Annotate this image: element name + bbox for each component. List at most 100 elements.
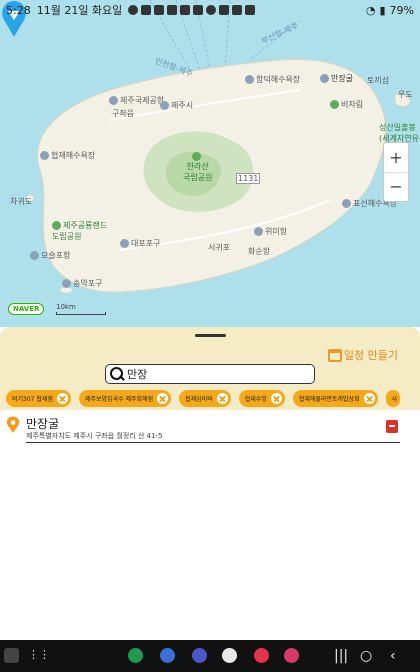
map-label-bijarim: 비자림 xyxy=(330,99,363,110)
beach-icon xyxy=(342,199,351,208)
map-label-text: 협재해수욕장 xyxy=(51,151,96,160)
map-label-text: 차귀도 xyxy=(10,197,33,206)
search-result-item[interactable]: 만장굴 제주특별자치도 제주시 구좌읍 월정리 산 41-5 xyxy=(0,410,420,450)
close-icon[interactable] xyxy=(216,393,228,404)
map-label-text: 제주공룡랜드 xyxy=(63,221,108,230)
map-label-text: 화순항 xyxy=(248,247,271,256)
create-schedule-button[interactable]: 일정 만들기 xyxy=(327,347,398,363)
youtube-notification-icon xyxy=(154,5,165,15)
calendar-icon xyxy=(327,348,342,362)
map-label-hyeopjae: 협재해수욕장 xyxy=(40,150,95,161)
airport-icon xyxy=(160,101,169,110)
place-chip-label: 협재해물라면토끼밥상회 xyxy=(298,396,360,403)
map-label-text: 토끼섬 xyxy=(367,76,390,85)
zoom-in-button[interactable]: + xyxy=(384,143,408,173)
map-label-hamdeok: 함덕해수욕장 xyxy=(245,74,300,85)
landmark-icon xyxy=(109,96,118,105)
park-icon xyxy=(52,221,61,230)
place-chip[interactable]: 협재수엉 xyxy=(238,390,285,407)
search-icon xyxy=(110,367,124,381)
play-store-icon[interactable] xyxy=(222,648,237,663)
map-label-text: 위미항 xyxy=(265,227,288,236)
map-label-text: 만장굴 xyxy=(331,74,354,83)
map-label-moseulpo: 모슬포항 xyxy=(30,250,70,261)
youtube-notification-icon xyxy=(141,5,152,15)
place-chip[interactable]: 샤 xyxy=(385,390,401,407)
place-chip-label: 제주보양김국수 제주회해점 xyxy=(84,396,154,403)
map-label-tokkiseom: 토끼섬 xyxy=(367,75,389,86)
home-button[interactable]: ○ xyxy=(360,648,372,664)
map-label-songak: 송악포구 xyxy=(62,278,102,289)
back-button[interactable]: ‹ xyxy=(390,648,396,664)
beach-icon xyxy=(40,151,49,160)
location-pin-icon xyxy=(6,416,20,433)
map-label-jagado: 차귀도 xyxy=(10,196,32,207)
place-chip[interactable]: 협재해물라면토끼밥상회 xyxy=(292,390,378,407)
forest-icon xyxy=(330,100,339,109)
road-sign-1131: 1131 xyxy=(236,173,261,184)
beach-icon xyxy=(245,75,254,84)
map-scale-label: 10km xyxy=(56,303,76,311)
status-time: 5:28 xyxy=(6,3,31,17)
map-label-text: 송악포구 xyxy=(73,279,103,288)
place-chip-label: 비기307 협재점 xyxy=(12,396,53,403)
status-date: 11월 21일 화요일 xyxy=(36,4,123,17)
place-chip-label: 협재심비바 xyxy=(185,396,213,403)
result-address: 제주특별자치도 제주시 구좌읍 월정리 산 41-5 xyxy=(26,432,163,440)
flower-app-icon[interactable] xyxy=(284,648,299,663)
youtube-notification-icon xyxy=(167,5,178,15)
map-scale-bar xyxy=(56,312,106,315)
port-icon xyxy=(62,279,71,288)
map-label-seogwi: 서귀포 xyxy=(208,242,230,253)
delete-icon[interactable] xyxy=(386,420,398,433)
close-icon[interactable] xyxy=(363,393,375,404)
youtube-notification-icon xyxy=(180,5,191,15)
map-label-text: 1131 xyxy=(238,174,259,183)
zoom-out-button[interactable]: − xyxy=(384,173,408,202)
map-label-text: 성산일출봉 xyxy=(379,123,416,132)
place-chip[interactable]: 협재심비바 xyxy=(179,390,231,407)
status-bar: 5:28 11월 21일 화요일 ◔ ▮ 79% xyxy=(0,0,420,20)
map-view[interactable]: 제주국제공항 제주시 구좌읍 함덕해수욕장 만장굴 비자림 토끼섬 우도 성산일… xyxy=(0,0,420,327)
chat-app-icon[interactable] xyxy=(192,648,207,663)
close-icon[interactable] xyxy=(157,393,169,404)
screenshot-app-icon[interactable] xyxy=(4,648,19,663)
map-label-gujwa: 구좌읍 xyxy=(112,108,134,119)
place-chip[interactable]: 비기307 협재점 xyxy=(6,390,71,407)
zoom-control: + − xyxy=(383,142,409,202)
recent-apps-button[interactable]: ||| xyxy=(334,648,348,664)
close-icon[interactable] xyxy=(56,393,68,404)
map-label-text: 대포포구 xyxy=(131,239,161,248)
messages-app-icon[interactable] xyxy=(160,648,175,663)
map-label-text: 모슬포항 xyxy=(41,251,71,260)
port-icon xyxy=(254,227,263,236)
map-label-text: 구좌읍 xyxy=(112,109,135,118)
map-label-text: 제주국제공항 xyxy=(120,96,165,105)
port-icon xyxy=(120,239,129,248)
map-label-airport: 제주시 xyxy=(160,100,193,111)
search-input[interactable]: 만장 xyxy=(105,364,315,384)
wifi-icon: ◔ xyxy=(365,3,376,17)
sheet-drag-handle[interactable] xyxy=(195,334,226,337)
map-label-manjanggul: 만장굴 xyxy=(320,73,353,84)
map-label-text: 비자림 xyxy=(341,100,364,109)
place-chip-label: 협재수엉 xyxy=(244,396,267,403)
map-label-daepo: 대포포구 xyxy=(120,238,160,249)
map-label-text: 우도 xyxy=(398,90,413,99)
map-label-hallim-park: 제주국제공항 xyxy=(109,95,164,106)
map-label-dinosaur-park: 제주공룡랜드 도립공원 xyxy=(52,220,107,242)
app-notification-icon xyxy=(232,5,243,15)
port-icon xyxy=(30,251,39,260)
map-label-hallasan: 한라산 국립공원 xyxy=(183,152,212,183)
chat-notification-icon xyxy=(128,5,139,15)
close-icon[interactable] xyxy=(270,393,282,404)
youtube-app-icon[interactable] xyxy=(254,648,269,663)
place-chip-label: 샤 xyxy=(391,396,398,403)
bottom-sheet: 일정 만들기 만장 비기307 협재점 제주보양김국수 제주회해점 협재심비바 … xyxy=(0,327,420,410)
apps-grid-icon[interactable]: ⋮⋮ xyxy=(28,648,50,661)
call-app-icon[interactable] xyxy=(128,648,143,663)
map-label-text: 제주시 xyxy=(171,101,194,110)
place-chip[interactable]: 제주보양김국수 제주회해점 xyxy=(78,390,172,407)
navigation-bar: ⋮⋮ ||| ○ ‹ xyxy=(0,640,420,672)
map-label-text: 함덕해수욕장 xyxy=(256,75,301,84)
